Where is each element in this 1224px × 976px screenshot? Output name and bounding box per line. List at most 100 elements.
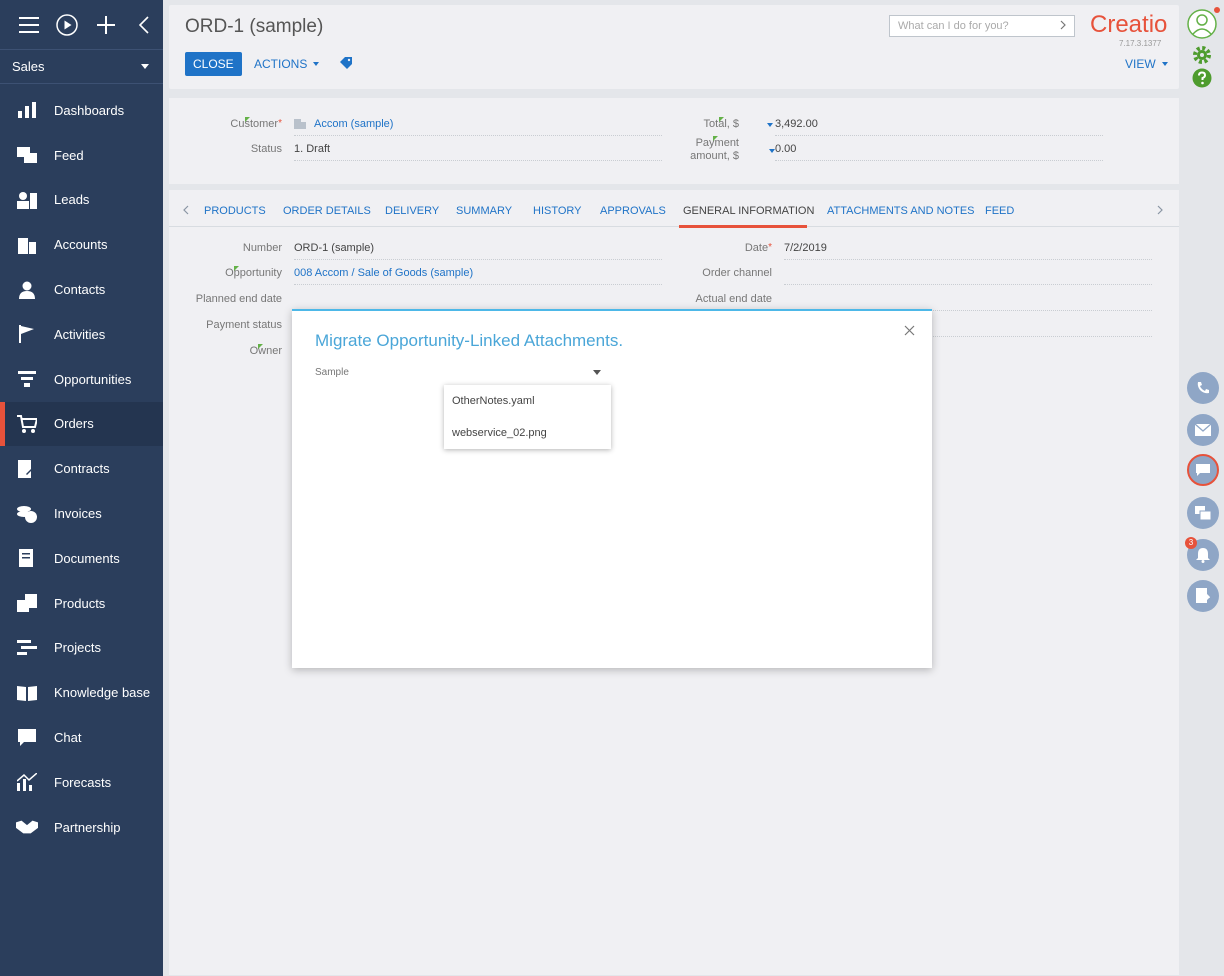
customer-value[interactable]: Accom (sample) xyxy=(294,118,662,136)
order-channel-value[interactable] xyxy=(784,267,1152,285)
sidebar-item-orders[interactable]: Orders xyxy=(0,401,163,447)
sidebar-item-leads[interactable]: Leads xyxy=(0,178,163,223)
sidebar-item-label: Knowledge base xyxy=(54,685,151,701)
required-marker-icon xyxy=(258,344,263,349)
notification-count-badge: 3 xyxy=(1185,537,1197,549)
sidebar-item-label: Activities xyxy=(54,326,106,342)
orders-icon xyxy=(16,414,38,434)
chat-icon xyxy=(16,728,38,748)
sidebar-item-contacts[interactable]: Contacts xyxy=(0,267,163,312)
collapse-icon[interactable] xyxy=(125,0,163,50)
chevron-right-icon[interactable] xyxy=(1060,20,1066,33)
number-label: Number xyxy=(242,242,282,254)
date-value[interactable]: 7/2/2019 xyxy=(784,242,1152,260)
opportunities-icon xyxy=(16,369,38,389)
sidebar-item-partnership[interactable]: Partnership xyxy=(0,805,163,850)
payment-value[interactable]: 0.00 xyxy=(775,143,1103,161)
search-placeholder: What can I do for you? xyxy=(898,20,1009,32)
feed-icon[interactable] xyxy=(1187,497,1219,529)
planned-end-date-label: Planned end date xyxy=(195,293,282,305)
menu-icon[interactable] xyxy=(10,0,48,50)
page-title: ORD-1 (sample) xyxy=(185,16,324,37)
chevron-down-icon[interactable] xyxy=(767,123,773,127)
customer-label: Customer xyxy=(230,118,282,130)
actual-end-date-label: Actual end date xyxy=(695,293,772,305)
sidebar-item-invoices[interactable]: Invoices xyxy=(0,491,163,536)
sidebar-nav: Dashboards Feed Leads Accounts Contacts … xyxy=(0,84,163,850)
status-value[interactable]: 1. Draft xyxy=(294,143,662,161)
actions-button[interactable]: ACTIONS xyxy=(254,57,320,71)
chevron-right-icon[interactable] xyxy=(1157,202,1163,218)
close-button[interactable]: CLOSE xyxy=(185,52,242,76)
sidebar-item-label: Projects xyxy=(54,640,101,656)
tab-order-details[interactable]: ORDER DETAILS xyxy=(283,205,371,217)
sidebar-item-dashboards[interactable]: Dashboards xyxy=(0,88,163,133)
chat-icon[interactable] xyxy=(1187,454,1219,486)
sidebar-item-forecasts[interactable]: Forecasts xyxy=(0,760,163,805)
sidebar-item-activities[interactable]: Activities xyxy=(0,312,163,357)
actions-label: ACTIONS xyxy=(254,57,308,71)
user-profile-icon[interactable] xyxy=(1187,9,1217,42)
sidebar-item-opportunities[interactable]: Opportunities xyxy=(0,357,163,402)
knowledge-base-icon xyxy=(16,683,38,703)
tab-delivery[interactable]: DELIVERY xyxy=(385,205,439,217)
tab-attachments-and-notes[interactable]: ATTACHMENTS AND NOTES xyxy=(827,205,975,217)
view-button[interactable]: VIEW xyxy=(1125,57,1168,71)
sidebar-item-knowledge-base[interactable]: Knowledge base xyxy=(0,670,163,715)
sidebar-item-contracts[interactable]: Contracts xyxy=(0,446,163,491)
projects-icon xyxy=(16,638,38,658)
sidebar-item-chat[interactable]: Chat xyxy=(0,715,163,760)
sidebar-item-products[interactable]: Products xyxy=(0,581,163,626)
date-field: Date 7/2/2019 xyxy=(659,242,1152,260)
chevron-down-icon xyxy=(593,369,601,375)
dialog-title: Migrate Opportunity-Linked Attachments. xyxy=(315,331,624,350)
dropdown-option[interactable]: webservice_02.png xyxy=(444,417,611,449)
sidebar-item-label: Accounts xyxy=(54,237,108,253)
sidebar-item-label: Chat xyxy=(54,730,82,746)
workplace-selector[interactable]: Sales xyxy=(0,50,163,84)
process-icon[interactable] xyxy=(1187,580,1219,612)
dropdown-option[interactable]: OtherNotes.yaml xyxy=(444,385,611,417)
sidebar-item-accounts[interactable]: Accounts xyxy=(0,222,163,267)
sidebar-item-feed[interactable]: Feed xyxy=(0,133,163,178)
active-tab-indicator xyxy=(679,225,807,228)
documents-icon xyxy=(16,548,38,568)
right-panel: 3 xyxy=(1182,0,1224,976)
sidebar-item-label: Contacts xyxy=(54,282,106,298)
payment-field: Payment amount, $ 0.00 xyxy=(649,136,1103,163)
total-value[interactable]: 3,492.00 xyxy=(775,118,1103,136)
command-search-input[interactable]: What can I do for you? xyxy=(889,15,1075,37)
products-icon xyxy=(16,593,38,613)
opportunity-value[interactable]: 008 Accom / Sale of Goods (sample) xyxy=(294,267,662,285)
sidebar-item-documents[interactable]: Documents xyxy=(0,536,163,581)
tab-approvals[interactable]: APPROVALS xyxy=(600,205,666,217)
sidebar-item-projects[interactable]: Projects xyxy=(0,626,163,671)
contacts-icon xyxy=(16,280,38,300)
status-field: Status 1. Draft xyxy=(169,143,662,161)
version-label: 7.17.3.1377 xyxy=(1119,39,1162,48)
sample-select[interactable] xyxy=(444,363,601,381)
tab-products[interactable]: PRODUCTS xyxy=(204,205,266,217)
sidebar-item-label: Dashboards xyxy=(54,102,125,118)
tab-feed[interactable]: FEED xyxy=(985,205,1014,217)
add-icon[interactable] xyxy=(87,0,125,50)
tab-summary[interactable]: SUMMARY xyxy=(456,205,512,217)
gear-icon[interactable] xyxy=(1191,44,1213,69)
leads-icon xyxy=(16,190,38,210)
number-value[interactable]: ORD-1 (sample) xyxy=(294,242,662,260)
play-icon[interactable] xyxy=(48,0,86,50)
email-icon[interactable] xyxy=(1187,414,1219,446)
sidebar-item-label: Leads xyxy=(54,192,90,208)
tab-history[interactable]: HISTORY xyxy=(533,205,582,217)
page-header: ORD-1 (sample) CLOSE ACTIONS What can I … xyxy=(169,5,1179,89)
tab-general-information[interactable]: GENERAL INFORMATION xyxy=(683,205,814,217)
chevron-left-icon[interactable] xyxy=(183,202,189,218)
phone-icon[interactable] xyxy=(1187,372,1219,404)
close-icon[interactable] xyxy=(904,323,915,341)
accounts-icon xyxy=(16,235,38,255)
sidebar-item-label: Opportunities xyxy=(54,371,132,387)
order-channel-label: Order channel xyxy=(702,267,772,279)
help-icon[interactable] xyxy=(1192,68,1212,91)
tag-icon[interactable] xyxy=(340,57,352,72)
chevron-down-icon[interactable] xyxy=(769,149,775,153)
